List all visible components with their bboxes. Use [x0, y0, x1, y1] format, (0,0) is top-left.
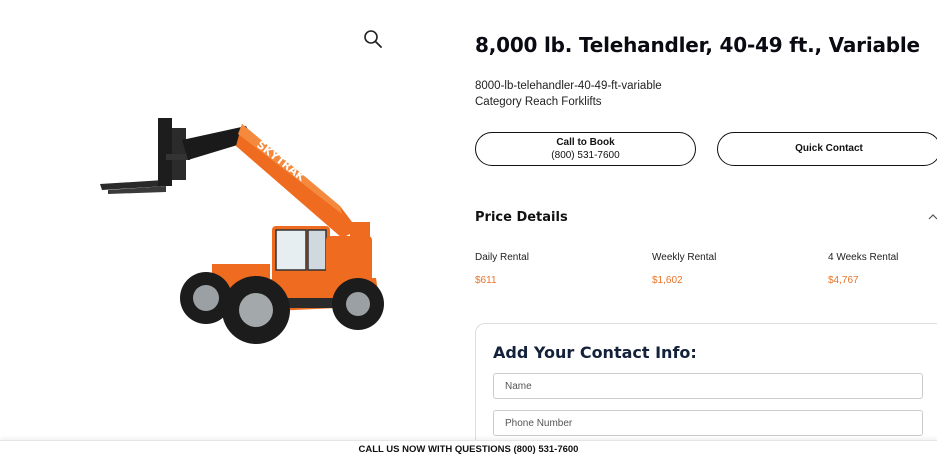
name-placeholder: Name	[505, 380, 532, 392]
price-label: Weekly Rental	[652, 252, 717, 263]
magnifier-icon[interactable]	[362, 28, 384, 50]
product-title: 8,000 lb. Telehandler, 40-49 ft., Variab…	[475, 33, 920, 57]
quick-contact-button[interactable]: Quick Contact	[717, 132, 937, 166]
phone-field[interactable]: Phone Number	[493, 410, 923, 436]
call-bar-text: CALL US NOW WITH QUESTIONS (800) 531-760…	[358, 444, 579, 455]
price-value: $4,767	[828, 275, 859, 286]
price-item-weekly: Weekly Rental $1,602	[652, 252, 716, 286]
contact-form-card: Add Your Contact Info: Name Phone Number	[475, 323, 937, 458]
chevron-up-icon[interactable]	[927, 210, 937, 222]
call-to-book-button[interactable]: Call to Book (800) 531-7600	[475, 132, 696, 166]
product-sku: 8000-lb-telehandler-40-49-ft-variable	[475, 80, 662, 92]
phone-placeholder: Phone Number	[505, 417, 573, 429]
product-info: 8,000 lb. Telehandler, 40-49 ft., Variab…	[475, 0, 937, 458]
price-label: Daily Rental	[475, 252, 529, 263]
price-details-heading[interactable]: Price Details	[475, 210, 568, 225]
quick-contact-label: Quick Contact	[795, 143, 863, 155]
price-value: $1,602	[652, 275, 683, 286]
sticky-call-bar[interactable]: CALL US NOW WITH QUESTIONS (800) 531-760…	[0, 440, 937, 458]
product-category[interactable]: Category Reach Forklifts	[475, 96, 602, 108]
contact-form-title: Add Your Contact Info:	[493, 343, 697, 362]
price-label: 4 Weeks Rental	[828, 252, 899, 263]
price-item-daily: Daily Rental $611	[475, 252, 529, 286]
product-gallery: SKYTRAK	[0, 0, 460, 440]
product-image[interactable]: SKYTRAK	[96, 110, 396, 360]
name-field[interactable]: Name	[493, 373, 923, 399]
call-to-book-label: Call to Book	[556, 136, 615, 148]
price-item-4weeks: 4 Weeks Rental $4,767	[828, 252, 898, 286]
call-to-book-number: (800) 531-7600	[551, 150, 620, 161]
price-value: $611	[475, 275, 497, 286]
